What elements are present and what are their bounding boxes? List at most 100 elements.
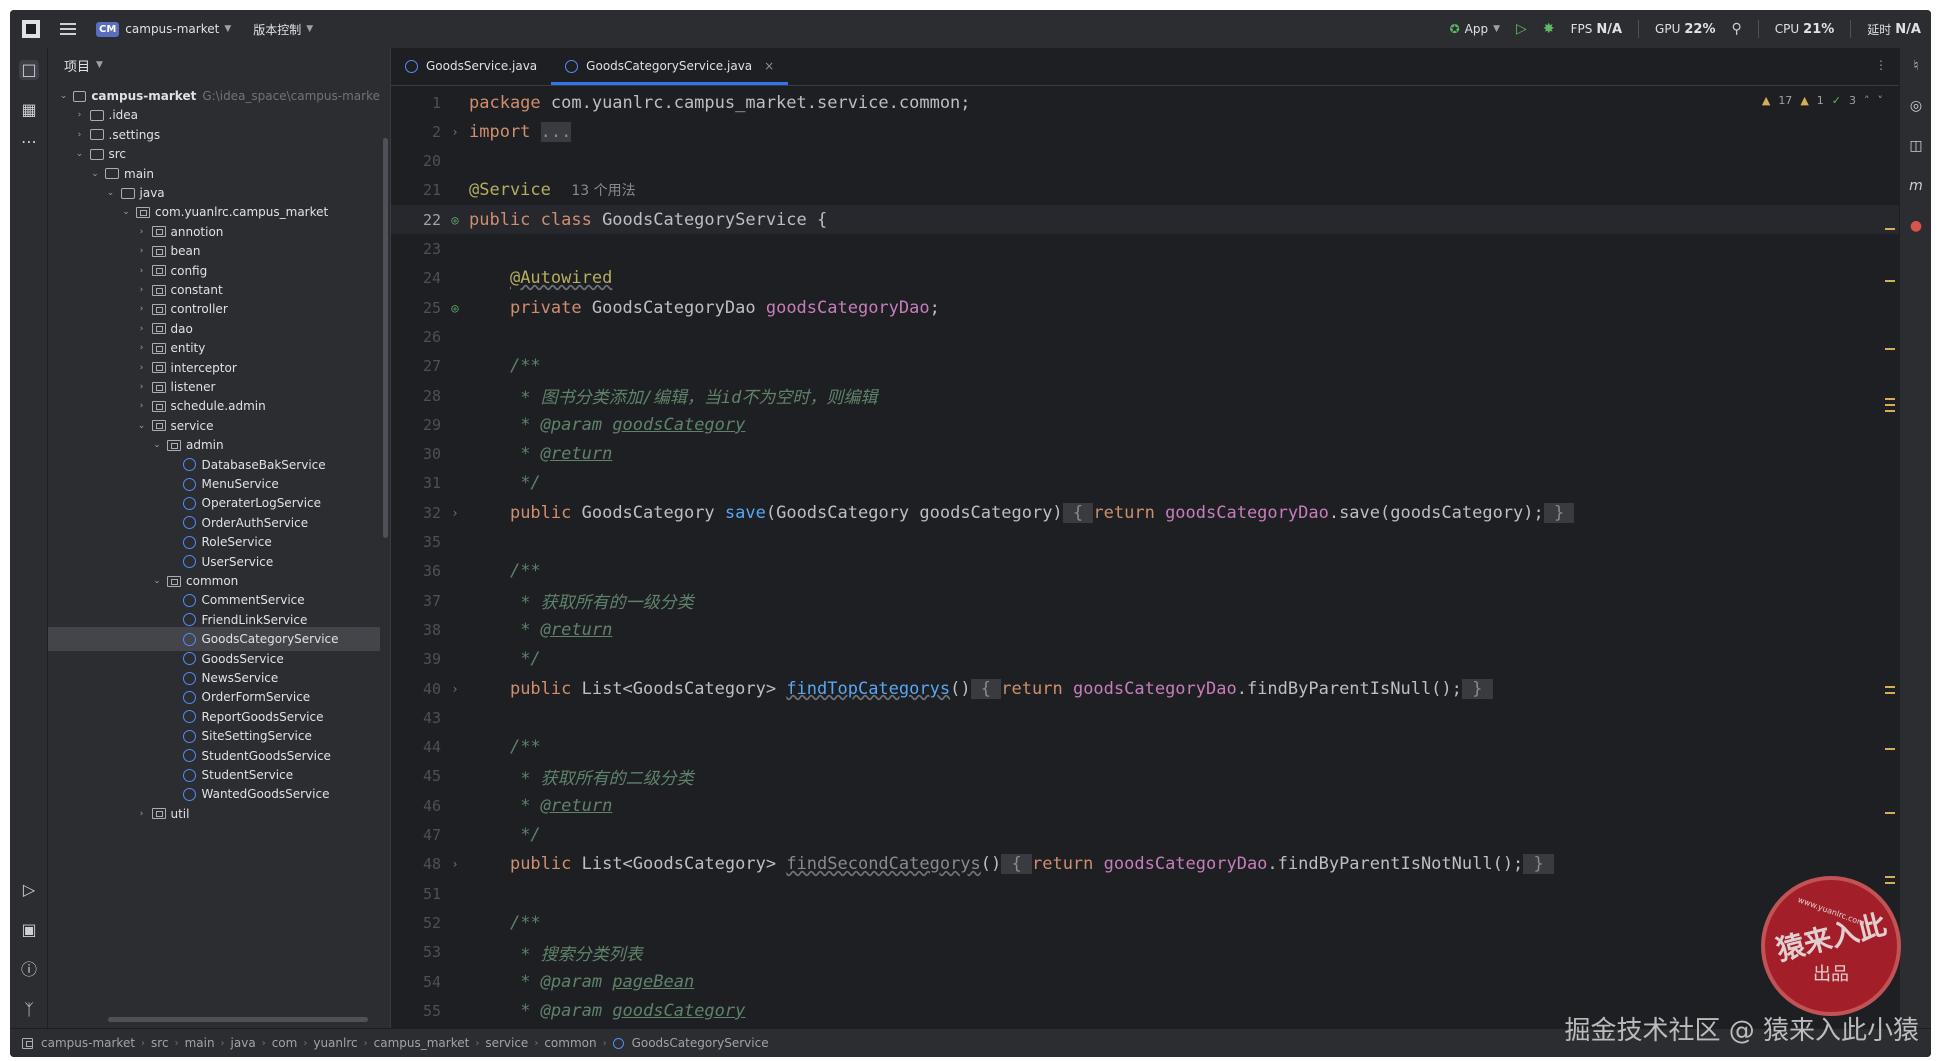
maven-icon[interactable]: m — [1907, 178, 1925, 194]
chevron-right-icon[interactable]: › — [136, 266, 148, 276]
warning-mark[interactable] — [1885, 404, 1895, 406]
code-line[interactable]: 25 ◎ private GoodsCategoryDao goodsCatego… — [391, 293, 1899, 322]
chevron-right-icon[interactable]: › — [136, 246, 148, 256]
chevron-right-icon[interactable]: › — [136, 382, 148, 392]
code-line[interactable]: 23 — [391, 235, 1899, 264]
fold-icon[interactable]: › — [441, 506, 469, 520]
code-line[interactable]: 24 @Autowired — [391, 264, 1899, 293]
editor-tab[interactable]: GoodsService.java — [391, 47, 551, 85]
breadcrumb-item[interactable]: yuanlrc — [313, 1036, 357, 1050]
breadcrumb-item[interactable]: campus-market — [41, 1036, 135, 1050]
chevron-right-icon[interactable]: › — [136, 401, 148, 411]
warning-mark[interactable] — [1885, 882, 1895, 884]
run-icon[interactable]: ▷ — [1516, 21, 1527, 37]
notifications-icon[interactable]: ♮ — [1907, 58, 1925, 74]
ai-assistant-icon[interactable]: ◎ — [1907, 98, 1925, 114]
code-line[interactable]: 51 — [391, 879, 1899, 908]
breadcrumb-item[interactable]: campus_market — [374, 1036, 470, 1050]
code-line[interactable]: 31 */ — [391, 469, 1899, 498]
code-line[interactable]: 52 /** — [391, 908, 1899, 937]
error-stripe[interactable] — [1885, 188, 1895, 1008]
git-icon[interactable]: ᛉ — [19, 1000, 39, 1020]
chevron-right-icon[interactable]: › — [136, 227, 148, 237]
spring-bean-icon[interactable]: ◎ — [441, 301, 469, 315]
spring-bean-icon[interactable]: ◎ — [441, 213, 469, 227]
warning-mark[interactable] — [1885, 348, 1895, 350]
chevron-down-icon[interactable]: ⌄ — [89, 169, 101, 179]
breadcrumb-item[interactable]: src — [151, 1036, 169, 1050]
chevron-right-icon[interactable]: › — [136, 809, 148, 819]
chevron-right-icon[interactable]: › — [136, 304, 148, 314]
breadcrumb-item[interactable]: common — [544, 1036, 596, 1050]
warning-mark[interactable] — [1885, 410, 1895, 412]
code-line[interactable]: 29 * @param goodsCategory — [391, 410, 1899, 439]
fold-icon[interactable]: › — [441, 682, 469, 696]
warning-mark[interactable] — [1885, 876, 1895, 878]
project-badge[interactable]: CM — [96, 21, 120, 37]
run-config-selector[interactable]: ✪ App ▼ — [1450, 22, 1500, 36]
structure-icon[interactable]: ▦ — [19, 100, 39, 120]
code-line[interactable]: 30 * @return — [391, 440, 1899, 469]
fold-icon[interactable]: › — [441, 125, 469, 139]
chevron-right-icon[interactable]: › — [136, 285, 148, 295]
code-line[interactable]: 32 › public GoodsCategory save(GoodsCateg… — [391, 498, 1899, 527]
chevron-down-icon[interactable]: ⌄ — [151, 576, 163, 586]
project-folder-icon[interactable]: □ — [19, 60, 39, 80]
warning-mark[interactable] — [1885, 280, 1895, 282]
close-icon[interactable]: × — [764, 59, 774, 73]
chevron-down-icon[interactable]: ⌄ — [105, 188, 117, 198]
warning-mark[interactable] — [1885, 398, 1895, 400]
chevron-down-icon[interactable]: ⌄ — [136, 421, 148, 431]
more-tools-icon[interactable]: ⋯ — [19, 132, 39, 152]
code-line[interactable]: 28 * 图书分类添加/编辑，当id不为空时，则编辑 — [391, 381, 1899, 410]
chevron-right-icon[interactable]: › — [74, 110, 86, 120]
code-line[interactable]: 21 @Service 13 个用法 — [391, 176, 1899, 205]
tree-item-folder[interactable]: › util — [48, 802, 380, 826]
vcs-menu[interactable]: 版本控制 ▼ — [253, 21, 313, 38]
chevron-down-icon[interactable]: ⌄ — [120, 207, 132, 217]
code-line[interactable]: 2 › import ... — [391, 117, 1899, 146]
code-line[interactable]: 35 — [391, 528, 1899, 557]
code-line[interactable]: 46 * @return — [391, 791, 1899, 820]
code-line[interactable]: 22 ◎ public class GoodsCategoryService { — [391, 205, 1899, 235]
warning-mark[interactable] — [1885, 748, 1895, 750]
breadcrumb-item[interactable]: com — [272, 1036, 298, 1050]
warning-mark[interactable] — [1885, 692, 1895, 694]
more-tabs-icon[interactable]: ⋮ — [1875, 58, 1887, 72]
code-line[interactable]: 27 /** — [391, 352, 1899, 381]
code-line[interactable]: 26 — [391, 322, 1899, 351]
chevron-down-icon[interactable]: ⌄ — [74, 149, 86, 159]
code-line[interactable]: 39 */ — [391, 645, 1899, 674]
main-menu-icon[interactable] — [60, 23, 76, 35]
app-logo-icon[interactable] — [22, 20, 40, 38]
fold-icon[interactable]: › — [441, 857, 469, 871]
chevron-down-icon[interactable]: ⌄ — [58, 91, 69, 101]
code-line[interactable]: 47 */ — [391, 821, 1899, 850]
code-line[interactable]: 36 /** — [391, 557, 1899, 586]
code-line[interactable]: 53 * 搜索分类列表 — [391, 938, 1899, 967]
warning-mark[interactable] — [1885, 228, 1895, 230]
code-line[interactable]: 44 /** — [391, 733, 1899, 762]
chevron-right-icon[interactable]: › — [136, 324, 148, 334]
breadcrumb-item[interactable]: main — [185, 1036, 215, 1050]
plugin-icon[interactable]: ● — [1907, 218, 1925, 234]
run-tool-icon[interactable]: ▷ — [19, 880, 39, 900]
debug-icon[interactable]: ✸ — [1543, 21, 1555, 37]
vertical-scrollbar[interactable] — [383, 138, 388, 538]
editor-tab[interactable]: GoodsCategoryService.java × — [551, 47, 789, 85]
project-switcher[interactable]: campus-market ▼ — [125, 22, 231, 36]
code-line[interactable]: 20 — [391, 147, 1899, 176]
code-line[interactable]: 48 › public List<GoodsCategory> findSecon… — [391, 850, 1899, 879]
code-area[interactable]: 1 package com.yuanlrc.campus_market.servi… — [391, 86, 1899, 1028]
database-icon[interactable]: ◫ — [1907, 138, 1925, 154]
code-line[interactable]: 1 package com.yuanlrc.campus_market.servi… — [391, 88, 1899, 117]
chevron-right-icon[interactable]: › — [136, 343, 148, 353]
breadcrumb-item[interactable]: GoodsCategoryService — [632, 1036, 769, 1050]
chevron-down-icon[interactable]: ⌄ — [151, 440, 163, 450]
code-line[interactable]: 37 * 获取所有的一级分类 — [391, 586, 1899, 615]
terminal-icon[interactable]: ▣ — [19, 920, 39, 940]
project-panel-header[interactable]: 项目 ▼ — [48, 48, 390, 82]
breadcrumb-item[interactable]: java — [231, 1036, 256, 1050]
chevron-right-icon[interactable]: › — [74, 130, 86, 140]
breadcrumb-item[interactable]: service — [485, 1036, 528, 1050]
